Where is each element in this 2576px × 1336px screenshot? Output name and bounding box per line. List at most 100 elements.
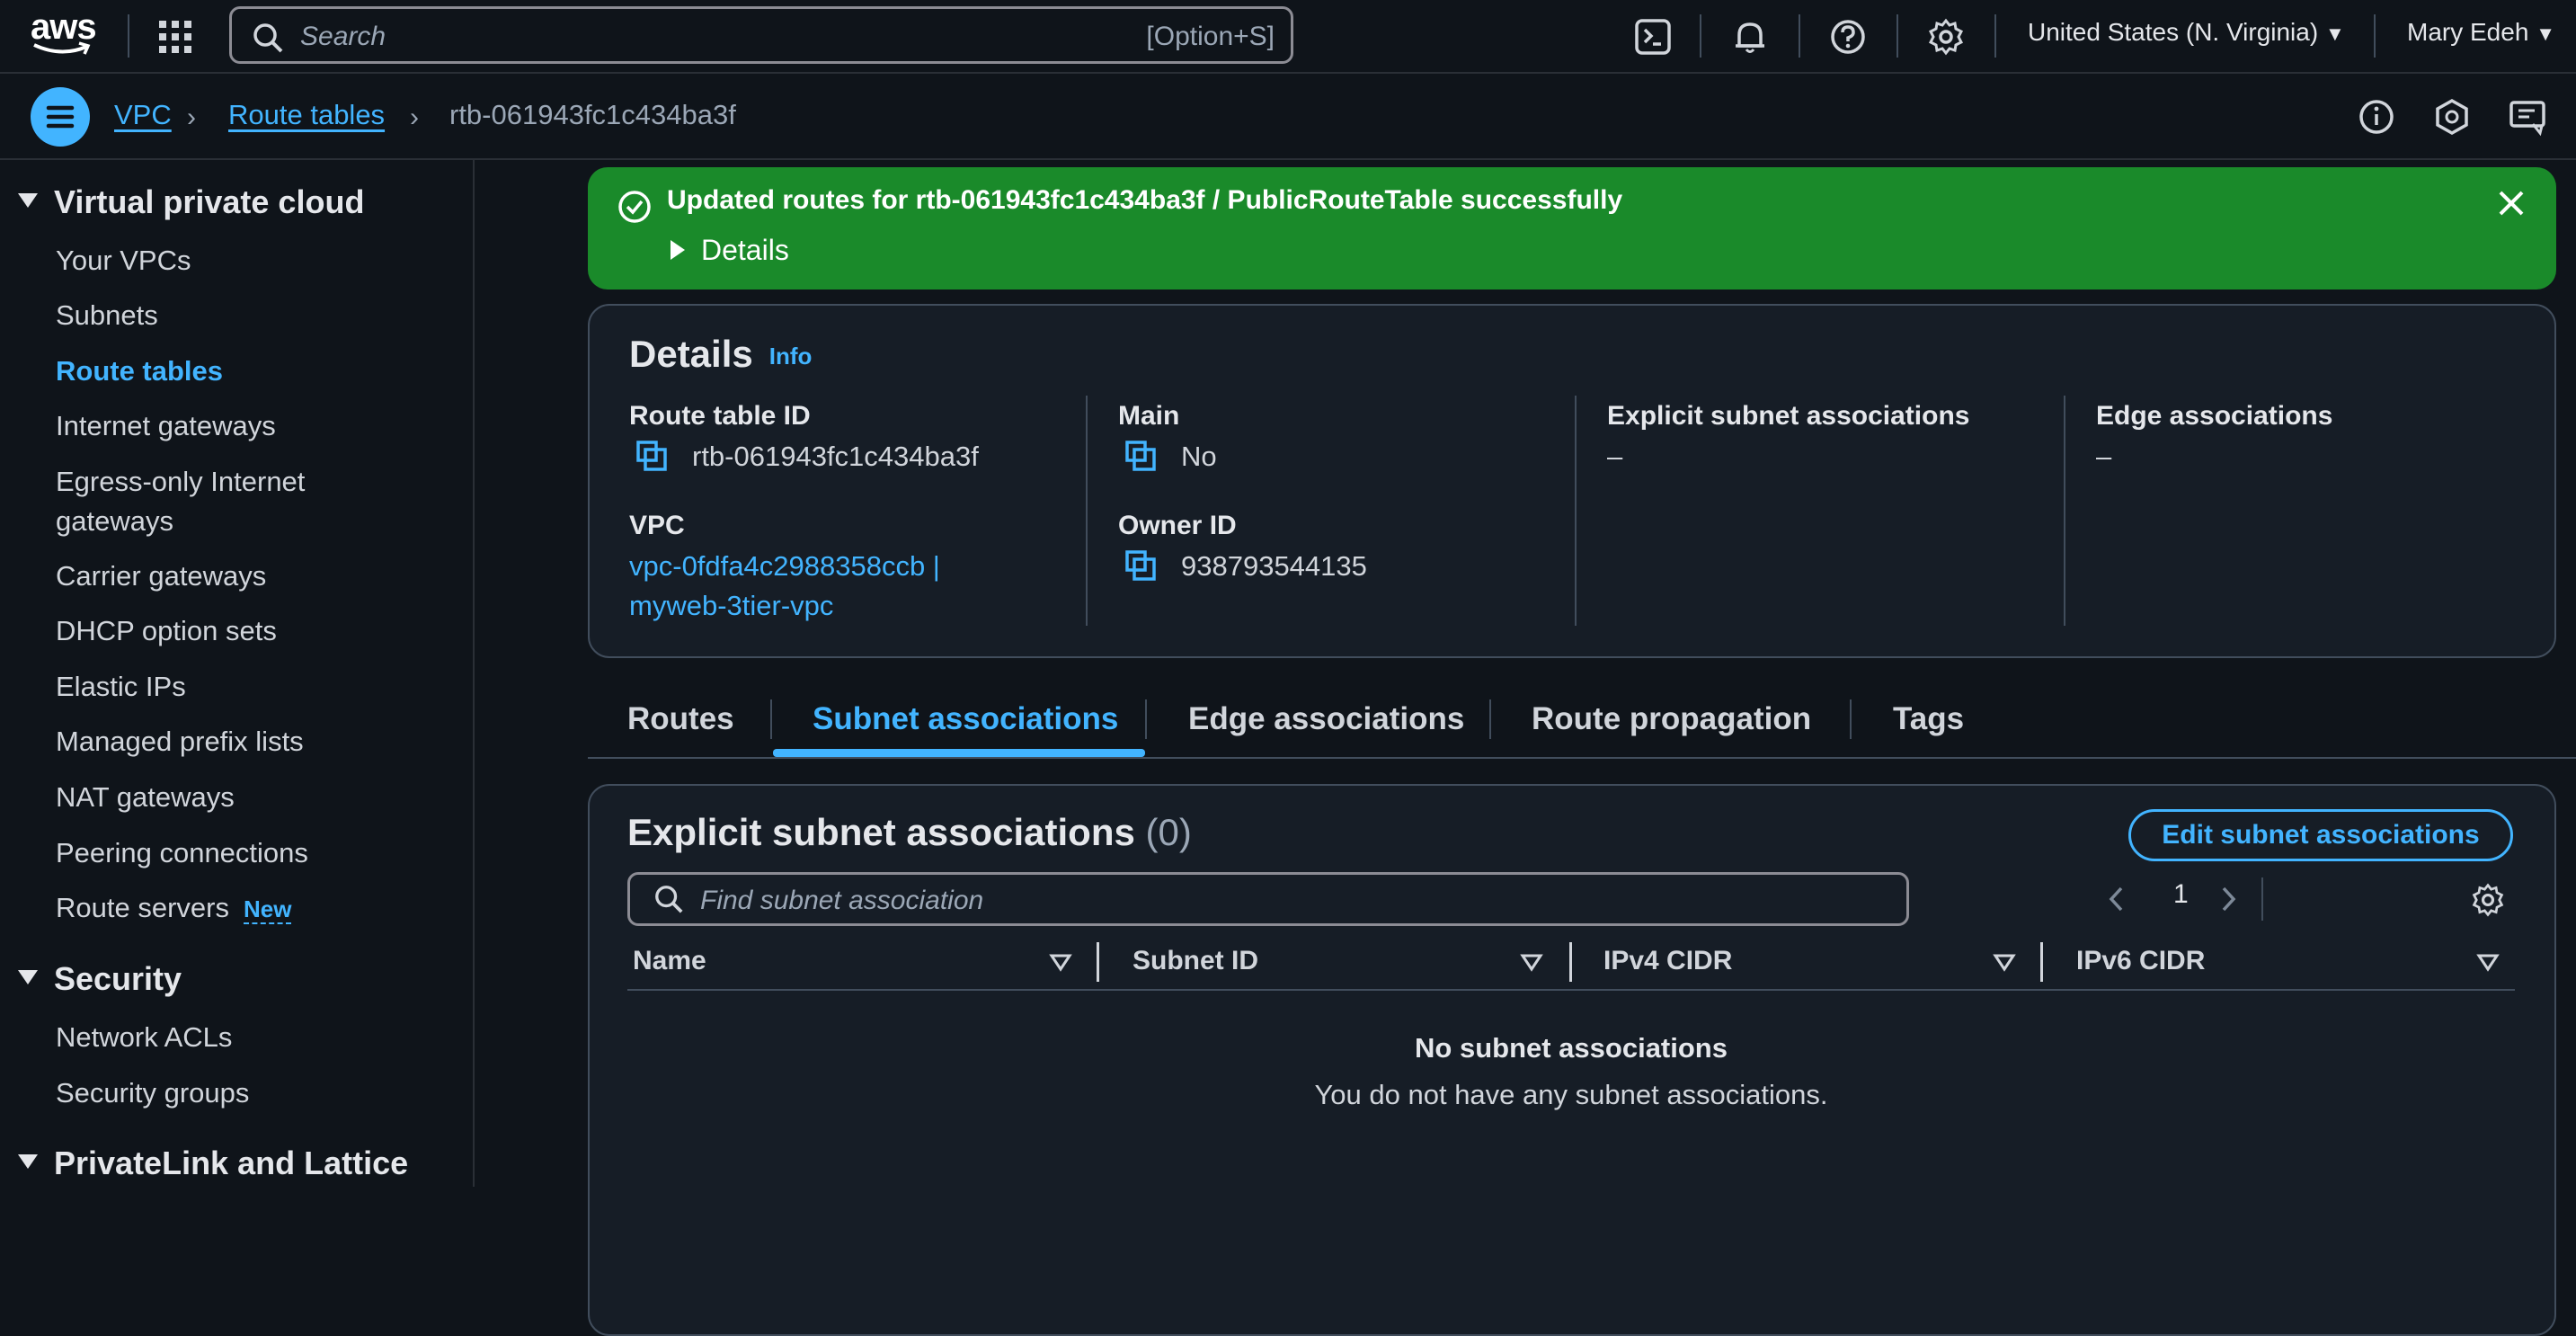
nav-label-line1: Egress-only Internet	[56, 466, 306, 497]
vpc-link[interactable]: vpc-0fdfa4c2988358ccb |	[629, 550, 940, 583]
help-icon[interactable]	[1828, 17, 1868, 57]
tab-divider	[1489, 699, 1491, 739]
subnet-associations-title: Explicit subnet associations (0)	[627, 811, 1192, 854]
sort-icon[interactable]	[1048, 949, 1073, 975]
info-panel-icon[interactable]	[2357, 97, 2396, 137]
tab-tags[interactable]: Tags	[1893, 701, 1964, 737]
copy-icon[interactable]	[635, 439, 671, 475]
empty-state-description: You do not have any subnet associations.	[1314, 1079, 1828, 1110]
nav-route-servers[interactable]: Route servers New	[56, 888, 292, 929]
sort-icon[interactable]	[1992, 949, 2017, 975]
top-navigation-bar: aws Search [Option+S] United States (N. …	[0, 0, 2576, 74]
breadcrumb-bar: VPC › Route tables › rtb-061943fc1c434ba…	[0, 76, 2576, 160]
nav-egress-only-internet-gateways[interactable]: Egress-only Internet gateways	[56, 462, 305, 541]
nav-peering-connections[interactable]: Peering connections	[56, 833, 308, 873]
explicit-associations-value: –	[1607, 441, 1623, 472]
nav-your-vpcs[interactable]: Your VPCs	[56, 241, 191, 281]
nav-internet-gateways[interactable]: Internet gateways	[56, 406, 276, 446]
divider	[1896, 14, 1898, 58]
tab-divider	[1145, 699, 1147, 739]
security-panel-icon[interactable]	[2432, 97, 2472, 137]
table-count: (0)	[1145, 811, 1192, 853]
vpc-label: VPC	[629, 511, 685, 540]
nav-network-acls[interactable]: Network ACLs	[56, 1018, 232, 1057]
column-header-name[interactable]: Name	[633, 946, 706, 976]
edit-subnet-associations-button[interactable]: Edit subnet associations	[2128, 809, 2513, 861]
main-label: Main	[1118, 401, 1180, 431]
account-menu[interactable]: Mary Edeh ▼	[2407, 18, 2555, 47]
divider	[1994, 14, 1996, 58]
active-tab-indicator	[773, 749, 1145, 757]
copy-icon[interactable]	[1124, 548, 1159, 584]
divider	[2261, 877, 2263, 921]
nav-nat-gateways[interactable]: NAT gateways	[56, 778, 235, 817]
main-content: Updated routes for rtb-061943fc1c434ba3f…	[476, 160, 2576, 1336]
column-header-ipv6-cidr[interactable]: IPv6 CIDR	[2076, 946, 2205, 976]
chevron-right-icon: ›	[410, 102, 419, 132]
column-resizer[interactable]	[2040, 942, 2043, 982]
tab-edge-associations[interactable]: Edge associations	[1188, 701, 1464, 737]
notifications-bell-icon[interactable]	[1730, 17, 1770, 57]
column-resizer[interactable]	[1569, 942, 1572, 982]
tab-divider	[770, 699, 772, 739]
settings-gear-icon[interactable]	[1926, 17, 1966, 57]
region-selector[interactable]: United States (N. Virginia) ▼	[2028, 18, 2345, 47]
column-divider	[2064, 396, 2065, 626]
details-panel: Details Info Route table ID rtb-061943fc1…	[588, 304, 2556, 658]
nav-section-privatelink[interactable]: PrivateLink and Lattice	[18, 1145, 408, 1182]
filter-placeholder: Find subnet association	[700, 886, 984, 915]
nav-section-security[interactable]: Security	[18, 960, 182, 998]
column-header-subnet-id[interactable]: Subnet ID	[1133, 946, 1258, 976]
tab-routes[interactable]: Routes	[627, 701, 734, 737]
current-page[interactable]: 1	[2173, 879, 2189, 910]
details-label: Details	[701, 234, 789, 266]
tab-route-propagation[interactable]: Route propagation	[1532, 701, 1811, 737]
feedback-panel-icon[interactable]	[2508, 97, 2547, 137]
close-icon[interactable]	[2493, 185, 2529, 221]
find-subnet-association-input[interactable]: Find subnet association	[627, 872, 1909, 926]
search-input[interactable]: Search [Option+S]	[229, 6, 1293, 64]
search-icon	[253, 23, 283, 53]
column-divider	[1575, 396, 1577, 626]
flash-details-toggle[interactable]: Details	[671, 234, 789, 267]
breadcrumb-route-tables[interactable]: Route tables	[228, 99, 385, 131]
breadcrumb-current: rtb-061943fc1c434ba3f	[449, 99, 736, 130]
previous-page-icon[interactable]	[2103, 883, 2130, 915]
search-icon	[655, 886, 683, 913]
caret-down-icon	[18, 193, 38, 209]
nav-section-vpc[interactable]: Virtual private cloud	[18, 183, 364, 221]
sort-icon[interactable]	[2475, 949, 2500, 975]
table-preferences-gear-icon[interactable]	[2470, 882, 2506, 918]
column-resizer[interactable]	[1097, 942, 1099, 982]
info-link[interactable]: Info	[769, 343, 813, 370]
nav-managed-prefix-lists[interactable]: Managed prefix lists	[56, 722, 304, 762]
owner-id-value: 938793544135	[1181, 550, 1367, 582]
tab-subnet-associations[interactable]: Subnet associations	[813, 701, 1118, 737]
copy-icon[interactable]	[1124, 439, 1159, 475]
services-grid-icon[interactable]	[157, 19, 193, 55]
side-navigation: Virtual private cloud Your VPCs Subnets …	[0, 160, 475, 1187]
route-table-id-value: rtb-061943fc1c434ba3f	[692, 441, 979, 472]
section-title: Security	[54, 960, 182, 997]
nav-route-tables[interactable]: Route tables	[56, 352, 223, 391]
next-page-icon[interactable]	[2215, 883, 2242, 915]
details-title: Details Info	[629, 333, 812, 376]
nav-elastic-ips[interactable]: Elastic IPs	[56, 667, 186, 707]
nav-carrier-gateways[interactable]: Carrier gateways	[56, 557, 266, 596]
nav-security-groups[interactable]: Security groups	[56, 1073, 249, 1113]
nav-label-line2: gateways	[56, 505, 173, 537]
sort-icon[interactable]	[1519, 949, 1544, 975]
table-header-divider	[627, 989, 2515, 991]
nav-dhcp-option-sets[interactable]: DHCP option sets	[56, 611, 277, 651]
owner-id-label: Owner ID	[1118, 511, 1237, 540]
column-header-ipv4-cidr[interactable]: IPv4 CIDR	[1603, 946, 1732, 976]
caret-down-icon: ▼	[2536, 22, 2555, 45]
side-navigation-toggle[interactable]	[31, 87, 90, 147]
breadcrumb-vpc[interactable]: VPC	[114, 99, 172, 131]
nav-subnets[interactable]: Subnets	[56, 296, 158, 335]
tab-divider	[1850, 699, 1852, 739]
vpc-name-link[interactable]: myweb-3tier-vpc	[629, 590, 833, 622]
cloudshell-icon[interactable]	[1633, 17, 1673, 57]
details-title-text: Details	[629, 333, 753, 375]
aws-logo[interactable]: aws	[31, 9, 97, 59]
